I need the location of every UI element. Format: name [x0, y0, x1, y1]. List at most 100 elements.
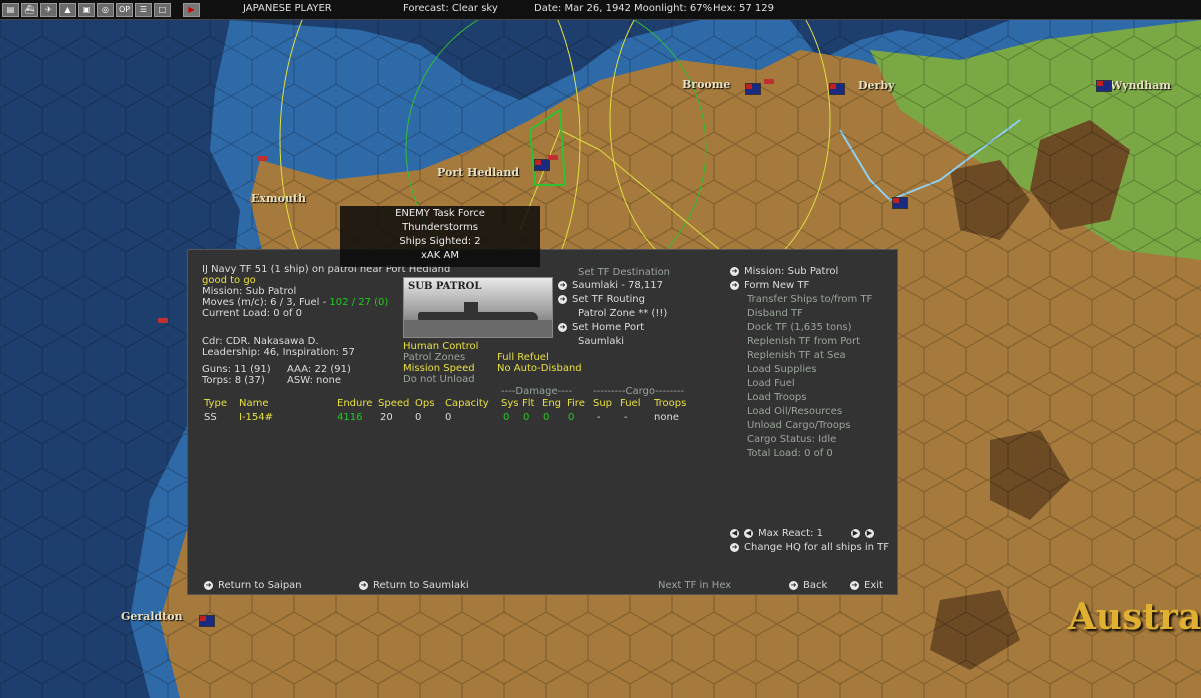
- land-icon[interactable]: ▲: [59, 2, 76, 17]
- ship-unit-icon[interactable]: [257, 156, 267, 161]
- arrow-icon: ➜: [204, 580, 213, 590]
- image-label: SUB PATROL: [408, 281, 482, 292]
- top-toolbar: ▤ ⛴ ✈ ▲ ▣ ◎ OP ☰ □ ▶ JAPANESE PLAYER For…: [0, 0, 1201, 20]
- load-troops-button[interactable]: Load Troops: [747, 392, 807, 404]
- row-endure: 4116: [337, 412, 363, 423]
- ship-icon[interactable]: ⛴: [21, 2, 38, 17]
- asw: ASW: none: [287, 375, 341, 386]
- col-sys[interactable]: Sys: [501, 398, 518, 410]
- col-ops[interactable]: Ops: [415, 398, 434, 410]
- row-sup: -: [597, 412, 601, 423]
- replenish-port-button[interactable]: Replenish TF from Port: [747, 336, 860, 348]
- col-fuel[interactable]: Fuel: [620, 398, 640, 410]
- base-flag-icon[interactable]: [745, 83, 761, 95]
- task-force-panel: IJ Navy TF 51 (1 ship) on patrol near Po…: [187, 249, 898, 595]
- col-flt[interactable]: Flt: [522, 398, 534, 410]
- list-icon[interactable]: ☰: [135, 2, 152, 17]
- arrow-icon: ➜: [789, 580, 798, 590]
- load-oil-button[interactable]: Load Oil/Resources: [747, 406, 842, 418]
- load-fuel-button[interactable]: Load Fuel: [747, 378, 795, 390]
- col-speed[interactable]: Speed: [378, 398, 409, 410]
- ship-unit-icon[interactable]: [764, 79, 774, 84]
- base-flag-icon[interactable]: [829, 83, 845, 95]
- city-port-hedland[interactable]: Port Hedland: [437, 166, 519, 179]
- no-auto-disband-toggle[interactable]: No Auto-Disband: [497, 363, 582, 375]
- back-button[interactable]: ➜ Back: [789, 580, 827, 592]
- next-tf-button[interactable]: Next TF in Hex: [658, 580, 731, 592]
- form-new-tf-button[interactable]: ➜ Form New TF: [730, 280, 809, 292]
- col-capacity[interactable]: Capacity: [445, 398, 489, 410]
- decrease-icon[interactable]: ◀: [744, 528, 753, 538]
- ship-unit-icon[interactable]: [158, 318, 168, 323]
- unload-cargo-button[interactable]: Unload Cargo/Troops: [747, 420, 850, 432]
- menu-label: Form New TF: [744, 280, 810, 291]
- set-destination-button[interactable]: ➜ Saumlaki - 78,117: [558, 280, 663, 292]
- col-troops[interactable]: Troops: [654, 398, 686, 410]
- disk-icon[interactable]: ▣: [78, 2, 95, 17]
- increase-max-icon[interactable]: ▶: [864, 528, 874, 538]
- max-react-value: Max React: 1: [758, 528, 823, 539]
- disband-tf-button[interactable]: Disband TF: [747, 308, 803, 320]
- set-home-port-button[interactable]: ➜ Set Home Port: [558, 322, 644, 334]
- base-flag-icon[interactable]: [199, 615, 215, 627]
- base-flag-icon[interactable]: [534, 159, 550, 171]
- city-derby[interactable]: Derby: [858, 79, 894, 92]
- op-icon[interactable]: OP: [116, 2, 133, 17]
- back-label: Back: [803, 580, 828, 591]
- load-supplies-button[interactable]: Load Supplies: [747, 364, 816, 376]
- base-flag-icon[interactable]: [892, 197, 908, 209]
- city-broome[interactable]: Broome: [682, 78, 730, 91]
- row-capacity: 0: [445, 412, 452, 423]
- transfer-ships-button[interactable]: Transfer Ships to/from TF: [747, 294, 872, 306]
- row-eng: 0: [543, 412, 550, 423]
- torps: Torps: 8 (37): [202, 375, 265, 386]
- tooltip-line: Thunderstorms: [402, 222, 478, 233]
- fuel-value: 102 / 27 (0): [329, 297, 389, 308]
- city-wyndham[interactable]: Wyndham: [1110, 79, 1171, 92]
- exit-button[interactable]: ➜ Exit: [850, 580, 883, 592]
- total-load: Total Load: 0 of 0: [747, 448, 833, 459]
- col-sup[interactable]: Sup: [593, 398, 612, 410]
- forecast-label: Forecast: Clear sky: [403, 3, 498, 14]
- row-flt: 0: [523, 412, 530, 423]
- replenish-sea-button[interactable]: Replenish TF at Sea: [747, 350, 846, 362]
- col-endure[interactable]: Endure: [337, 398, 372, 410]
- return-saumlaki-button[interactable]: ➜ Return to Saumlaki: [359, 580, 469, 592]
- player-label: JAPANESE PLAYER: [243, 3, 332, 14]
- row-fire: 0: [568, 412, 575, 423]
- increase-icon[interactable]: ▶: [850, 528, 860, 538]
- hex-label: Hex: 57 129: [713, 3, 774, 14]
- globe-icon[interactable]: ◎: [97, 2, 114, 17]
- decrease-max-icon[interactable]: ◀: [730, 528, 739, 538]
- menu-label: Mission: Sub Patrol: [744, 266, 839, 277]
- region-label: Austral: [1068, 596, 1201, 638]
- city-geraldton[interactable]: Geraldton: [121, 610, 183, 623]
- play-icon[interactable]: ▶: [183, 2, 200, 17]
- window-icon[interactable]: □: [154, 2, 171, 17]
- return-saipan-button[interactable]: ➜ Return to Saipan: [204, 580, 302, 592]
- col-eng[interactable]: Eng: [542, 398, 561, 410]
- col-name[interactable]: Name: [239, 398, 269, 410]
- cargo-header: ---------Cargo--------: [593, 386, 685, 397]
- ship-unit-icon[interactable]: [548, 155, 558, 160]
- return-saumlaki-label: Return to Saumlaki: [373, 580, 469, 591]
- col-fire[interactable]: Fire: [567, 398, 585, 410]
- city-exmouth[interactable]: Exmouth: [251, 192, 306, 205]
- enemy-tf-tooltip: ENEMY Task Force Thunderstorms Ships Sig…: [340, 206, 540, 267]
- col-type[interactable]: Type: [204, 398, 227, 410]
- change-hq-button[interactable]: ➜ Change HQ for all ships in TF: [730, 542, 889, 554]
- arrow-icon: ➜: [730, 280, 739, 290]
- arrow-icon: ➜: [558, 322, 567, 332]
- home-port-label: Set Home Port: [572, 322, 645, 333]
- damage-header: ----Damage----: [501, 386, 573, 397]
- do-not-unload-toggle[interactable]: Do not Unload: [403, 374, 475, 386]
- dock-tf-button[interactable]: Dock TF (1,635 tons): [747, 322, 852, 334]
- arrow-icon: ➜: [359, 580, 368, 590]
- cargo-status: Cargo Status: Idle: [747, 434, 837, 445]
- base-flag-icon[interactable]: [1096, 80, 1112, 92]
- row-ship-name[interactable]: I-154#: [239, 412, 273, 424]
- set-tf-routing-button[interactable]: ➜ Set TF Routing: [558, 294, 645, 306]
- mission-button[interactable]: ➜ Mission: Sub Patrol: [730, 266, 838, 278]
- map-icon[interactable]: ▤: [2, 2, 19, 17]
- air-icon[interactable]: ✈: [40, 2, 57, 17]
